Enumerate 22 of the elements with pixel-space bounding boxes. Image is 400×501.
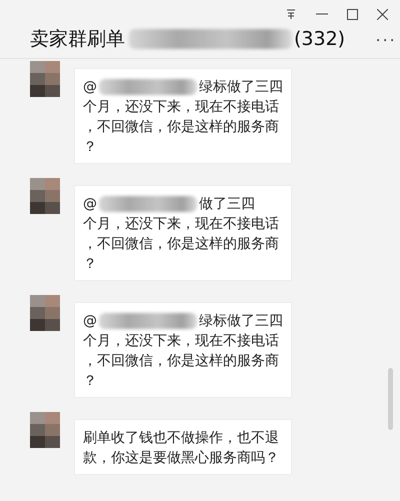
- message-text: 绿标做了三四: [199, 78, 283, 97]
- message-text: 个月，还没下来，现在不接电话 ，不回微信，你是这样的服务商 ？: [83, 98, 280, 157]
- close-icon[interactable]: [377, 8, 388, 20]
- more-button[interactable]: ···: [375, 28, 396, 50]
- scrollbar[interactable]: [388, 368, 393, 430]
- maximize-icon[interactable]: [347, 8, 358, 20]
- minimize-icon[interactable]: [316, 13, 328, 15]
- member-count: (332): [294, 28, 346, 50]
- message-text: 个月，还没下来，现在不接电话 ，不回微信，你是这样的服务商 ？: [83, 215, 280, 274]
- mention: @: [83, 78, 97, 97]
- avatar[interactable]: [30, 295, 60, 331]
- mention: @: [83, 195, 97, 214]
- message-text: 刷单收了钱也不做操作，也不退 款，你这是要做黑心服务商吗？: [83, 429, 280, 468]
- avatar[interactable]: [30, 61, 60, 97]
- pin-icon[interactable]: [285, 8, 297, 20]
- window-title: 卖家群刷单: [30, 27, 125, 52]
- mention: @: [83, 312, 97, 331]
- message-text: 绿标做了三四: [199, 312, 283, 331]
- avatar[interactable]: [30, 178, 60, 214]
- message-text: 个月，还没下来，现在不接电话 ，不回微信，你是这样的服务商 ？: [83, 332, 280, 391]
- message-text: 做了三四: [199, 195, 255, 214]
- avatar[interactable]: [30, 412, 60, 448]
